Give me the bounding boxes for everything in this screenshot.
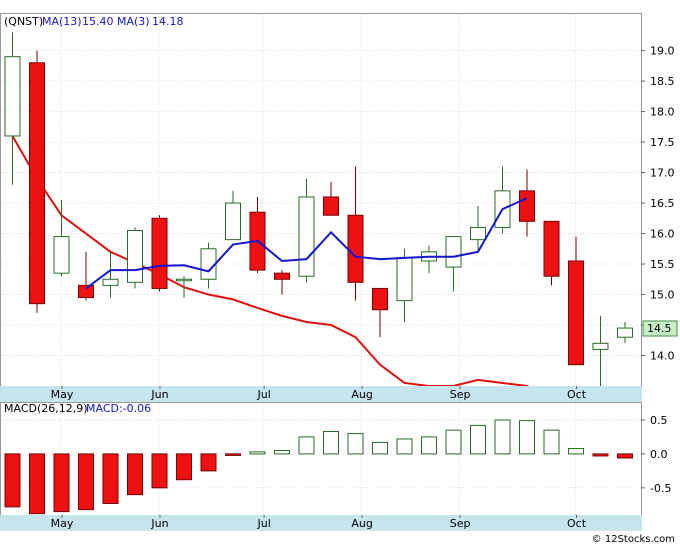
- month-label: Jun: [150, 388, 168, 401]
- candle-body-up: [4, 56, 21, 137]
- candle-body-up: [592, 342, 609, 350]
- candle: [29, 50, 45, 313]
- macd-bar-positive: [249, 451, 266, 455]
- price-tick-label: 16.5: [650, 197, 675, 210]
- macd-bar-positive: [323, 431, 339, 455]
- candle-body-down: [29, 62, 45, 305]
- macd-bar-negative: [151, 453, 168, 489]
- macd-bar-negative: [102, 453, 119, 504]
- candle: [151, 215, 168, 292]
- macd-bar-negative: [200, 453, 217, 472]
- macd-bar-negative: [617, 453, 633, 459]
- macd-bar-positive: [396, 438, 413, 455]
- price-tick-label: 17.5: [650, 136, 675, 149]
- month-label: May: [51, 388, 74, 401]
- macd-bar-positive: [519, 420, 535, 455]
- candle-body-down: [519, 190, 535, 222]
- candle: [127, 227, 143, 289]
- macd-bar-negative: [592, 453, 609, 457]
- macd-value-label: MACD:-0.06: [86, 402, 151, 415]
- candle-body-up: [102, 278, 119, 286]
- ma13-legend-value: 15.40: [82, 15, 114, 28]
- month-label: Oct: [567, 388, 587, 401]
- macd-bar-positive: [543, 429, 560, 455]
- macd-panel: [0, 402, 642, 516]
- macd-bar-positive: [494, 419, 511, 455]
- macd-bar-positive: [470, 424, 486, 455]
- candle-body-up: [176, 278, 192, 282]
- candle-body-up: [225, 202, 241, 241]
- macd-month-axis: [0, 515, 642, 531]
- candle-body-down: [372, 287, 388, 311]
- candle-body-up: [445, 236, 462, 268]
- macd-bar-negative: [225, 453, 241, 456]
- candle-body-down: [543, 220, 560, 277]
- price-panel: [0, 13, 642, 387]
- macd-bar-negative: [53, 453, 70, 513]
- price-tick-label: 19.0: [650, 45, 675, 58]
- macd-bar-positive: [347, 433, 364, 455]
- month-label: Oct: [567, 517, 587, 530]
- stock-chart: 14.0 14.5 15.0 15.5 16.0 16.5 17.0 17.5 18.0 18.5…: [0, 13, 678, 545]
- macd-bar-positive: [274, 450, 290, 455]
- ma13-legend-label: MA(13): [42, 15, 82, 28]
- macd-bar-negative: [176, 453, 192, 481]
- macd-bar-negative: [4, 453, 21, 508]
- macd-bar-negative: [127, 453, 143, 496]
- price-tick-label: 15.0: [650, 289, 675, 302]
- ma3-legend-label: MA(3): [117, 15, 150, 28]
- macd-tick-label: 0.0: [650, 448, 668, 461]
- price-month-axis: [0, 386, 642, 402]
- month-label: May: [51, 517, 74, 530]
- candle-body-down: [323, 196, 339, 216]
- macd-bar-negative: [78, 453, 94, 511]
- month-label: Aug: [351, 388, 372, 401]
- price-tick-label: 15.5: [650, 258, 675, 271]
- price-tick-label: 17.0: [650, 167, 675, 180]
- macd-bar-positive: [445, 429, 462, 455]
- price-tick-label: 18.0: [650, 106, 675, 119]
- macd-bar-positive: [298, 436, 315, 455]
- month-label: Sep: [450, 517, 471, 530]
- candle-body-down: [568, 260, 584, 366]
- price-tick-label: 16.0: [650, 228, 675, 241]
- price-tick-label: 18.5: [650, 75, 675, 88]
- month-label: Sep: [450, 388, 471, 401]
- copyright-text: © 12Stocks.com: [592, 534, 675, 545]
- month-label: Jun: [150, 517, 168, 530]
- month-label: Jul: [256, 388, 270, 401]
- macd-bar-positive: [568, 447, 584, 455]
- price-tick-label: 14.0: [650, 350, 675, 363]
- macd-bar-negative: [29, 453, 45, 515]
- month-label: Jul: [256, 517, 270, 530]
- candle-body-down: [151, 217, 168, 289]
- candle-body-up: [200, 248, 217, 280]
- candle-body-up: [53, 236, 70, 274]
- last-price-value: 14.5: [647, 322, 672, 335]
- ma3-legend-value: 14.18: [152, 15, 184, 28]
- macd-label: MACD(26,12,9): [4, 402, 88, 415]
- candle-body-up: [470, 226, 486, 241]
- macd-tick-label: 0.5: [650, 414, 668, 427]
- candle-body-up: [617, 327, 633, 338]
- macd-tick-label: -0.5: [650, 482, 671, 495]
- month-label: Aug: [351, 517, 372, 530]
- candle-body-up: [127, 229, 143, 283]
- price-axis: 14.0 14.5 15.0 15.5 16.0 16.5 17.0 17.5 18.0 18.5…: [641, 45, 675, 363]
- candle-body-up: [396, 257, 413, 302]
- candle-body-up: [298, 196, 315, 277]
- ticker-label: (QNST): [4, 15, 43, 28]
- candle-body-down: [347, 214, 364, 283]
- macd-bar-positive: [421, 436, 437, 455]
- candle-body-down: [274, 272, 290, 280]
- macd-bar-positive: [372, 441, 388, 455]
- candle: [543, 220, 560, 286]
- macd-axis: 0.5 0.0 -0.5: [641, 414, 671, 495]
